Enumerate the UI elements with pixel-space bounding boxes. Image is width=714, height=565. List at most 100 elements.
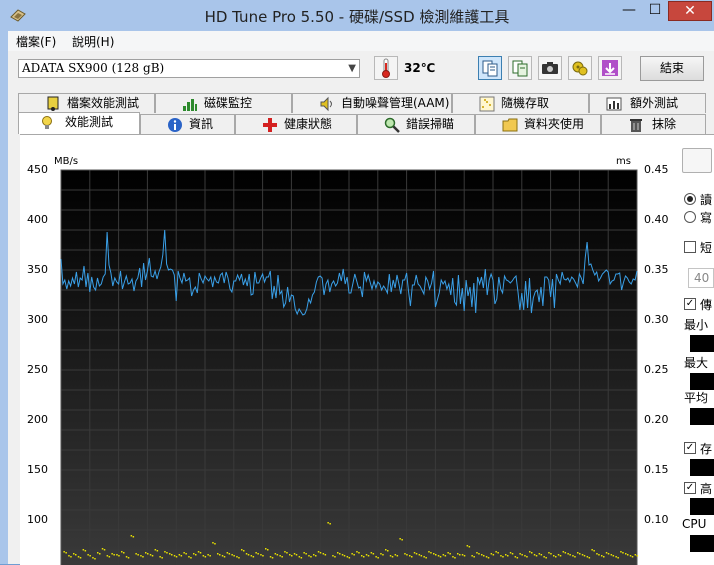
access-time-point — [545, 557, 547, 559]
magnifier-icon — [384, 117, 400, 133]
access-time-point — [348, 557, 351, 559]
screenshot-button[interactable] — [538, 56, 562, 80]
tab-folder-usage[interactable]: 資料夾使用 — [475, 114, 601, 134]
tab-disk-monitor[interactable]: 磁碟監控 — [155, 93, 292, 113]
access-time-point — [385, 549, 387, 551]
access-time-point — [454, 557, 456, 559]
access-time-point — [612, 555, 615, 557]
access-time-point — [562, 551, 565, 553]
title-bar[interactable]: HD Tune Pro 5.50 - 硬碟/SSD 檢測維護工具 — ☐ ✕ — [0, 0, 714, 31]
access-time-point — [265, 548, 267, 550]
avg-value-box — [690, 408, 714, 425]
drive-select[interactable]: ADATA SX900 (128 gB) ▼ — [18, 59, 360, 78]
write-radio-label: 寫 — [700, 211, 713, 225]
access-time-point — [442, 554, 445, 556]
thermometer-icon — [382, 58, 390, 78]
minimize-button[interactable]: — — [616, 1, 642, 21]
access-time-point — [516, 557, 519, 559]
access-time-point — [324, 554, 327, 556]
access-time-point — [598, 554, 600, 556]
maximize-button[interactable]: ☐ — [642, 1, 668, 21]
access-time-point — [483, 555, 485, 557]
read-radio-label: 讀 — [700, 193, 713, 207]
access-time-point — [279, 555, 281, 557]
short-stroke-checkbox[interactable] — [684, 241, 696, 253]
copy-text-button[interactable] — [478, 56, 502, 80]
tab-aam[interactable]: 自動噪聲管理(AAM) — [292, 93, 452, 113]
access-time-point — [123, 552, 125, 554]
menu-file[interactable]: 檔案(F) — [16, 33, 56, 50]
access-time-point — [574, 556, 576, 558]
tab-extra-tests[interactable]: 額外測試 — [589, 93, 706, 113]
chevron-down-icon: ▼ — [348, 63, 356, 74]
access-time-point — [313, 554, 315, 556]
access-time-point — [521, 554, 523, 556]
access-time-point — [481, 554, 483, 556]
read-radio[interactable] — [684, 193, 696, 205]
app-window: HD Tune Pro 5.50 - 硬碟/SSD 檢測維護工具 — ☐ ✕ 檔… — [0, 0, 714, 565]
access-time-point — [500, 555, 502, 557]
save-button[interactable] — [598, 56, 622, 80]
transfer-rate-checkbox[interactable]: ✓ — [684, 298, 696, 310]
burst-rate-checkbox[interactable]: ✓ — [684, 482, 696, 494]
access-time-point — [137, 554, 139, 556]
access-time-point — [509, 552, 512, 554]
burst-rate-label: 高 — [700, 482, 713, 496]
short-stroke-spinner[interactable]: 40 — [688, 268, 714, 288]
access-time-point — [346, 556, 349, 558]
options-button[interactable] — [568, 56, 592, 80]
access-time-point — [339, 553, 341, 555]
access-time-point — [180, 555, 183, 557]
write-radio[interactable] — [684, 211, 696, 223]
access-time-point — [511, 553, 514, 555]
tab-benchmark[interactable]: 效能測試 — [18, 112, 140, 134]
access-time-point — [94, 558, 96, 560]
access-time-point — [77, 556, 80, 558]
access-time-point — [341, 554, 344, 556]
access-time-point — [514, 556, 517, 558]
menu-help[interactable]: 說明(H) — [72, 33, 114, 50]
access-time-point — [260, 554, 262, 556]
access-time-point — [550, 553, 552, 555]
access-time-point — [461, 554, 464, 556]
close-button[interactable]: ✕ — [668, 1, 712, 21]
access-time-point — [620, 551, 622, 553]
camera-icon — [542, 62, 558, 74]
access-time-point — [468, 546, 471, 548]
temperature-button[interactable] — [374, 56, 398, 80]
copy-info-button[interactable] — [508, 56, 532, 80]
access-time-point — [420, 555, 423, 557]
access-time-point — [185, 553, 187, 555]
access-time-point — [591, 549, 593, 551]
access-time-point — [281, 556, 283, 558]
access-time-point — [305, 553, 307, 555]
access-time-point — [164, 551, 166, 553]
exit-button[interactable]: 結束 — [640, 56, 704, 81]
start-button[interactable] — [682, 148, 712, 173]
access-time-point — [247, 554, 250, 556]
access-time-point — [140, 555, 142, 557]
access-time-point — [399, 538, 401, 540]
access-time-point — [391, 556, 394, 558]
tab-info[interactable]: 資訊 — [140, 114, 235, 134]
access-time-point — [625, 553, 627, 555]
access-time-point — [425, 557, 427, 559]
access-time-point — [535, 555, 538, 557]
min-value-box — [690, 335, 714, 352]
access-time-point — [449, 553, 451, 555]
access-time-point — [579, 553, 581, 555]
access-time-point — [243, 550, 245, 552]
access-time-point — [466, 545, 469, 547]
access-time-point — [106, 555, 109, 557]
access-time-point — [334, 556, 336, 558]
tab-error-scan[interactable]: 錯誤掃瞄 — [357, 114, 475, 134]
tab-erase[interactable]: 抹除 — [601, 114, 706, 134]
tab-random-access[interactable]: 隨機存取 — [452, 93, 589, 113]
access-time-point — [255, 552, 257, 554]
access-time-point — [569, 554, 571, 556]
tab-health[interactable]: 健康狀態 — [235, 114, 357, 134]
tab-file-benchmark[interactable]: 檔案效能測試 — [18, 93, 155, 113]
access-time-point — [463, 555, 466, 557]
access-time-checkbox[interactable]: ✓ — [684, 442, 696, 454]
access-time-point — [533, 554, 536, 556]
